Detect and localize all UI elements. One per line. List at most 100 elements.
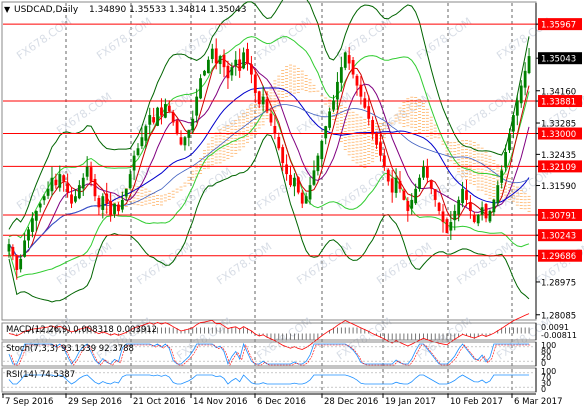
candle-body	[367, 106, 371, 119]
candle-body	[386, 169, 390, 182]
candle-body	[171, 112, 175, 123]
candle-body	[265, 99, 269, 112]
candle-body	[242, 52, 245, 69]
candle-body	[136, 148, 140, 156]
candle-body	[101, 196, 105, 210]
candle-body	[89, 167, 93, 182]
candle-body	[445, 219, 449, 234]
candle-body	[210, 48, 214, 60]
candle-body	[70, 194, 73, 204]
price-tick-label: 1.31590	[541, 182, 576, 192]
price-tick-label: 1.30243	[541, 232, 576, 242]
candle-body	[285, 164, 288, 175]
time-tick-label: 14 Nov 2016	[193, 397, 247, 407]
candle-body	[81, 177, 85, 189]
candle-body	[304, 196, 308, 204]
candle-body	[398, 180, 402, 189]
candle-body	[230, 67, 234, 76]
candle-body	[484, 204, 488, 219]
price-tick-label: 1.34160	[541, 87, 576, 97]
candle-body	[50, 177, 54, 192]
candle-body	[379, 142, 382, 156]
candle-body	[34, 210, 38, 221]
candle-body	[371, 120, 375, 134]
candle-body	[250, 64, 253, 75]
chart-ohlc: 1.34890 1.35533 1.34814 1.35043	[89, 5, 246, 15]
chart-canvas: FX678.COM FX678.COM FX678.COM FX678.COM FX67…	[0, 0, 584, 407]
candle-body	[441, 211, 445, 223]
candle-body	[332, 100, 335, 110]
candle-body	[347, 55, 351, 64]
candle-body	[425, 166, 429, 178]
candle-body	[277, 136, 281, 149]
indicator-label: MACD(12,26,9) 0.008318 0.003912	[6, 325, 157, 335]
candle-body	[468, 202, 472, 211]
candle-body	[175, 120, 179, 134]
candle-body	[226, 65, 230, 79]
candle-body	[382, 155, 386, 167]
time-tick-label: 29 Sep 2016	[68, 397, 122, 407]
candle-body	[152, 117, 156, 123]
candle-body	[148, 115, 152, 125]
candle-body	[320, 140, 324, 160]
candle-body	[19, 258, 23, 270]
candle-body	[336, 81, 339, 100]
indicator-label: RSI(14) 74.5387	[6, 370, 75, 380]
candle-body	[222, 54, 226, 68]
candle-body	[359, 84, 363, 97]
time-tick-label: 6 Dec 2016	[257, 397, 306, 407]
candle-body	[406, 200, 410, 211]
time-tick-label: 21 Oct 2016	[133, 397, 186, 407]
candle-body	[465, 190, 468, 200]
candle-body	[203, 70, 206, 76]
candle-body	[128, 174, 132, 189]
candle-body	[31, 218, 34, 232]
candle-body	[23, 240, 26, 257]
candle-body	[156, 107, 159, 126]
time-tick-label: 7 Sep 2016	[5, 397, 53, 407]
time-tick-label: 6 Mar 2017	[514, 397, 562, 407]
candle-body	[124, 188, 128, 197]
candle-body	[97, 197, 101, 208]
candle-body	[293, 177, 296, 187]
chart-header-arrow: ▼	[4, 5, 11, 14]
candle-body	[480, 207, 484, 215]
candle-body	[422, 166, 425, 178]
candle-body	[38, 203, 42, 208]
candle-body	[289, 174, 292, 186]
candle-body	[187, 129, 191, 138]
candle-body	[117, 204, 120, 211]
candle-body	[199, 78, 202, 99]
price-tick-label: 1.28975	[541, 278, 576, 288]
candle-body	[476, 214, 480, 224]
candle-body	[163, 104, 167, 118]
candle-body	[214, 48, 218, 64]
candle-body	[195, 96, 199, 116]
candle-body	[183, 137, 187, 146]
candle-body	[492, 199, 496, 213]
candle-body	[414, 188, 418, 204]
price-tick-label: 1.33285	[541, 120, 576, 130]
candle-body	[437, 202, 441, 211]
candle-body	[355, 75, 359, 86]
candle-body	[375, 133, 378, 145]
candle-body	[85, 166, 89, 177]
candle-body	[77, 185, 81, 199]
candle-body	[46, 188, 50, 196]
candle-body	[390, 178, 394, 193]
candle-body	[179, 137, 183, 145]
candle-body	[402, 190, 406, 200]
candle-body	[253, 74, 257, 93]
candle-body	[457, 199, 461, 215]
candle-body	[105, 193, 109, 204]
candle-body	[488, 210, 492, 222]
candle-body	[191, 118, 195, 131]
candle-body	[261, 96, 265, 105]
candle-body	[515, 100, 519, 116]
candle-body	[93, 178, 97, 197]
indicator-scale-label: -0.00811	[541, 331, 577, 340]
candle-body	[109, 200, 113, 215]
candle-body	[324, 126, 328, 139]
candle-body	[296, 177, 300, 193]
candle-body	[500, 170, 504, 183]
